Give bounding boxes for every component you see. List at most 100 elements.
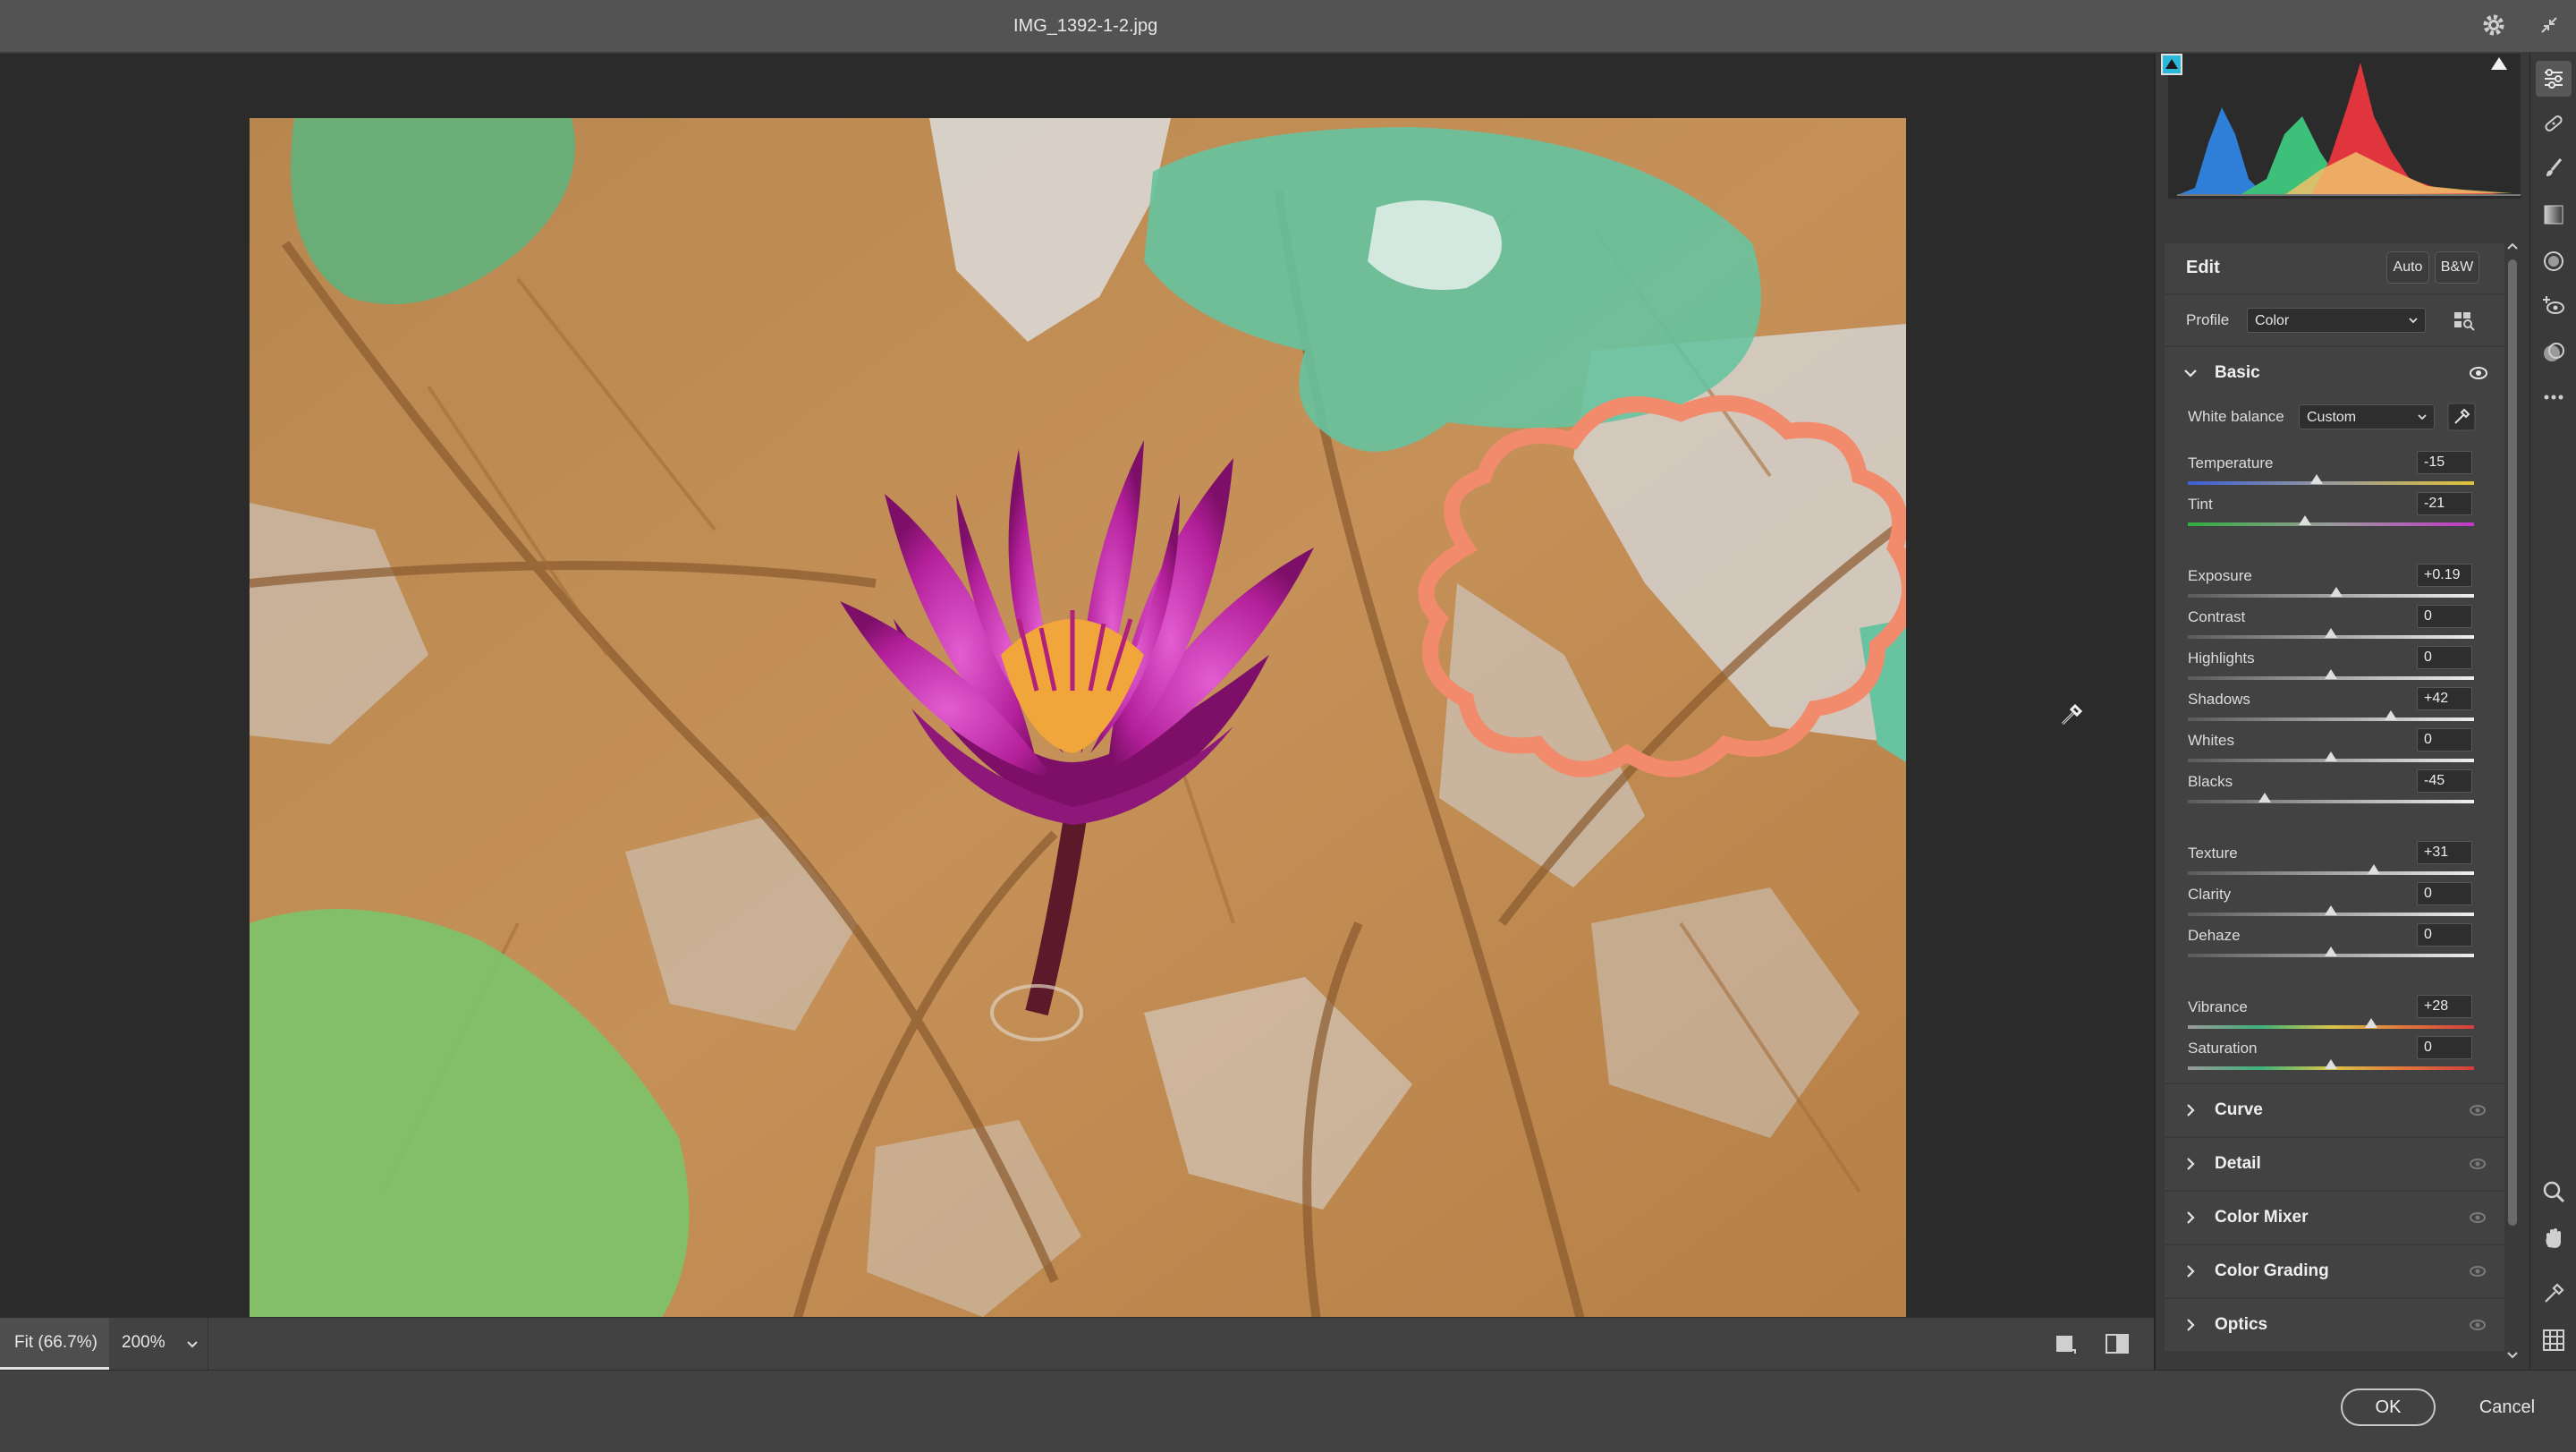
slider-value-input[interactable]: 0 xyxy=(2417,646,2472,669)
ok-button[interactable]: OK xyxy=(2341,1388,2436,1426)
slider-label: Blacks xyxy=(2188,773,2233,790)
cancel-button[interactable]: Cancel xyxy=(2470,1388,2544,1426)
slider-thumb[interactable] xyxy=(2258,793,2272,802)
slider-value-input[interactable]: 0 xyxy=(2417,605,2472,628)
healing-icon[interactable] xyxy=(2541,111,2566,136)
presets-icon[interactable] xyxy=(2541,340,2566,365)
detail-section[interactable]: Detail xyxy=(2165,1138,2504,1190)
slider-label: Texture xyxy=(2188,845,2238,862)
linear-gradient-icon[interactable] xyxy=(2541,202,2566,227)
profile-select[interactable]: Color xyxy=(2247,308,2426,333)
slider-value-input[interactable]: 0 xyxy=(2417,728,2472,751)
more-icon[interactable] xyxy=(2541,385,2566,410)
redeye-icon[interactable] xyxy=(2541,293,2566,318)
visibility-eye-icon[interactable] xyxy=(2469,1263,2487,1279)
zoom-icon[interactable] xyxy=(2541,1179,2566,1204)
radial-gradient-icon[interactable] xyxy=(2541,249,2566,274)
slider-value-input[interactable]: 0 xyxy=(2417,882,2472,905)
edit-sliders-icon[interactable] xyxy=(2536,61,2572,97)
color-grading-title: Color Grading xyxy=(2215,1261,2329,1280)
white-balance-eyedropper-icon[interactable] xyxy=(2447,403,2476,431)
slider-label: Clarity xyxy=(2188,886,2232,903)
slider-track[interactable] xyxy=(2188,522,2474,526)
curve-title: Curve xyxy=(2215,1100,2263,1119)
collapse-icon[interactable] xyxy=(2535,11,2563,39)
visibility-eye-icon[interactable] xyxy=(2469,365,2488,381)
optics-section[interactable]: Optics xyxy=(2165,1299,2504,1351)
optics-title: Optics xyxy=(2215,1315,2268,1334)
profile-browser-icon[interactable] xyxy=(2453,310,2476,331)
grid-icon[interactable] xyxy=(2541,1328,2566,1353)
zoom-bar: Fit (66.7%) 200% xyxy=(0,1317,2154,1370)
slider-thumb[interactable] xyxy=(2368,864,2380,874)
slider-thumb[interactable] xyxy=(2385,710,2398,720)
profile-label: Profile xyxy=(2186,311,2230,328)
slider-thumb[interactable] xyxy=(2325,1059,2337,1069)
slider-track[interactable] xyxy=(2188,800,2474,803)
scrollbar-thumb[interactable] xyxy=(2508,259,2517,1226)
visibility-eye-icon[interactable] xyxy=(2469,1317,2487,1333)
slider-label: Tint xyxy=(2188,496,2213,513)
bw-button[interactable]: B&W xyxy=(2435,251,2479,284)
visibility-eye-icon[interactable] xyxy=(2469,1210,2487,1226)
slider-thumb[interactable] xyxy=(2325,669,2337,679)
slider-thumb[interactable] xyxy=(2310,474,2323,484)
white-balance-label: White balance xyxy=(2188,408,2284,425)
curve-section[interactable]: Curve xyxy=(2165,1084,2504,1136)
slider-thumb[interactable] xyxy=(2325,751,2337,761)
single-view-icon[interactable] xyxy=(2054,1332,2077,1355)
slider-value-input[interactable]: -21 xyxy=(2417,492,2472,515)
chevron-down-icon xyxy=(2418,414,2427,420)
brush-icon[interactable] xyxy=(2541,156,2566,181)
basic-title[interactable]: Basic xyxy=(2215,363,2260,383)
chevron-down-icon[interactable] xyxy=(2504,1349,2521,1362)
visibility-eye-icon[interactable] xyxy=(2469,1156,2487,1172)
slider-thumb[interactable] xyxy=(2299,515,2312,525)
hand-icon[interactable] xyxy=(2541,1226,2566,1251)
auto-button[interactable]: Auto xyxy=(2386,251,2429,284)
profile-row: Profile Color xyxy=(2165,295,2504,345)
visibility-eye-icon[interactable] xyxy=(2469,1102,2487,1118)
slider-value-input[interactable]: -15 xyxy=(2417,451,2472,474)
chevron-up-icon[interactable] xyxy=(2504,240,2521,252)
slider-label: Shadows xyxy=(2188,691,2250,708)
chevron-down-icon[interactable] xyxy=(182,1334,202,1354)
slider-thumb[interactable] xyxy=(2364,1018,2377,1028)
chevron-right-icon xyxy=(2187,1104,2195,1117)
shadow-clipping-icon[interactable] xyxy=(2161,54,2182,75)
slider-label: Dehaze xyxy=(2188,927,2241,944)
color-grading-section[interactable]: Color Grading xyxy=(2165,1245,2504,1297)
slider-label: Vibrance xyxy=(2188,998,2248,1015)
white-balance-select[interactable]: Custom xyxy=(2299,404,2435,429)
slider-value-input[interactable]: 0 xyxy=(2417,1036,2472,1059)
slider-value-input[interactable]: +42 xyxy=(2417,687,2472,710)
slider-track[interactable] xyxy=(2188,718,2474,721)
highlight-clipping-icon[interactable] xyxy=(2488,54,2510,75)
before-after-view-icon[interactable] xyxy=(2104,1332,2131,1355)
gear-icon[interactable] xyxy=(2479,11,2508,39)
color-mixer-section[interactable]: Color Mixer xyxy=(2165,1192,2504,1244)
image-canvas[interactable] xyxy=(0,54,2154,1361)
chevron-right-icon xyxy=(2187,1319,2195,1331)
slider-value-input[interactable]: +28 xyxy=(2417,995,2472,1018)
slider-thumb[interactable] xyxy=(2325,628,2337,638)
color-sampler-icon[interactable] xyxy=(2541,1281,2566,1306)
slider-label: Whites xyxy=(2188,732,2234,749)
chevron-down-icon[interactable] xyxy=(2182,365,2199,381)
zoom-fit-button[interactable]: Fit (66.7%) xyxy=(0,1318,109,1370)
slider-value-input[interactable]: 0 xyxy=(2417,923,2472,947)
slider-track[interactable] xyxy=(2188,871,2474,875)
title-bar: IMG_1392-1-2.jpg xyxy=(0,0,2576,54)
photo-preview[interactable] xyxy=(250,118,1906,1361)
chevron-down-icon xyxy=(2409,318,2418,324)
slider-track[interactable] xyxy=(2188,481,2474,485)
slider-value-input[interactable]: +31 xyxy=(2417,841,2472,864)
zoom-200-button[interactable]: 200% xyxy=(122,1333,165,1353)
slider-value-input[interactable]: +0.19 xyxy=(2417,564,2472,587)
slider-thumb[interactable] xyxy=(2325,947,2337,956)
slider-thumb[interactable] xyxy=(2330,587,2343,597)
slider-thumb[interactable] xyxy=(2325,905,2337,915)
slider-label: Contrast xyxy=(2188,608,2246,625)
slider-track[interactable] xyxy=(2188,1025,2474,1029)
slider-value-input[interactable]: -45 xyxy=(2417,769,2472,793)
